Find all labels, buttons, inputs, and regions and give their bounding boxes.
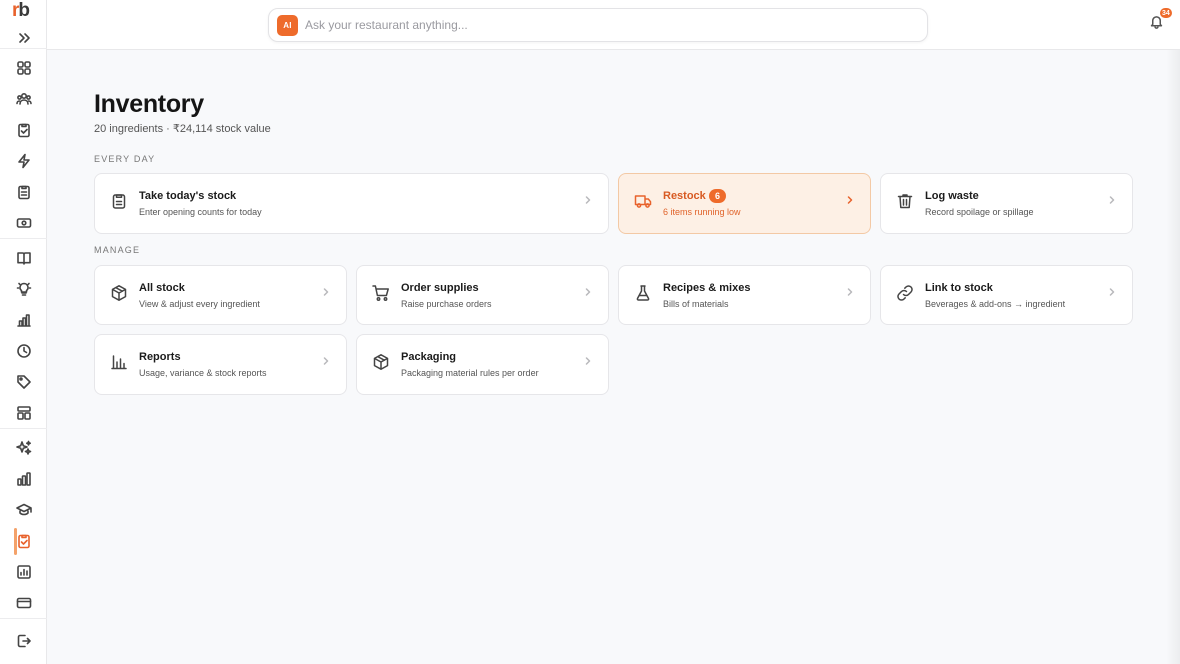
bar-chart-icon — [110, 353, 130, 373]
bar-chart-icon[interactable] — [15, 470, 33, 488]
chevron-right-icon — [1108, 283, 1116, 296]
lightning-icon[interactable] — [15, 152, 33, 170]
card-take-stock[interactable]: Take today's stock Enter opening counts … — [94, 173, 609, 234]
trash-icon — [896, 192, 916, 212]
card-title: Order supplies — [401, 282, 479, 294]
checklist-icon[interactable] — [15, 183, 33, 201]
scroll-shadow — [1166, 50, 1180, 664]
card-title: Reports — [139, 351, 181, 363]
app-logo[interactable]: rb — [12, 1, 36, 20]
card-title: Restock — [663, 190, 706, 202]
flask-icon — [634, 284, 654, 304]
expand-sidebar-icon[interactable] — [15, 29, 33, 47]
card-description: Enter opening counts for today — [139, 207, 262, 217]
ask-ai-bar[interactable]: AI — [268, 8, 928, 42]
card-description: 6 items running low — [663, 207, 741, 217]
card-description: Packaging material rules per order — [401, 368, 539, 378]
card-order-supplies[interactable]: Order supplies Raise purchase orders — [356, 265, 609, 325]
truck-icon — [634, 192, 654, 212]
top-bar: AI 34 — [47, 0, 1180, 50]
sidebar-divider — [0, 618, 47, 619]
sidebar: rb — [0, 0, 47, 664]
clipboard-icon — [110, 192, 130, 212]
ask-ai-input[interactable] — [305, 9, 905, 41]
inventory-icon[interactable] — [15, 532, 33, 550]
card-description: Usage, variance & stock reports — [139, 368, 267, 378]
graduation-icon[interactable] — [15, 501, 33, 519]
card-packaging[interactable]: Packaging Packaging material rules per o… — [356, 334, 609, 395]
analytics-icon[interactable] — [15, 311, 33, 329]
card-title: All stock — [139, 282, 185, 294]
page-subtitle: 20 ingredients · ₹24,114 stock value — [94, 123, 271, 135]
link-icon — [896, 284, 916, 304]
tag-icon[interactable] — [15, 373, 33, 391]
chevron-right-icon — [584, 191, 592, 204]
card-restock[interactable]: Restock 6 6 items running low — [618, 173, 871, 234]
card-reports[interactable]: Reports Usage, variance & stock reports — [94, 334, 347, 395]
card-description: View & adjust every ingredient — [139, 299, 260, 309]
section-label-every-day: EVERY DAY — [94, 154, 156, 164]
card-icon[interactable] — [15, 594, 33, 612]
ai-badge-icon: AI — [277, 15, 298, 36]
page-title: Inventory — [94, 90, 204, 118]
section-label-manage: MANAGE — [94, 245, 141, 255]
card-link-to-stock[interactable]: Link to stock Beverages & add-ons → ingr… — [880, 265, 1133, 325]
cash-icon[interactable] — [15, 214, 33, 232]
logout-icon[interactable] — [15, 632, 33, 650]
sidebar-divider — [0, 238, 47, 239]
notification-count-badge: 34 — [1160, 8, 1172, 18]
card-title: Recipes & mixes — [663, 282, 751, 294]
card-title: Take today's stock — [139, 190, 237, 202]
layout-icon[interactable] — [15, 404, 33, 422]
low-stock-count-badge: 6 — [709, 189, 726, 203]
box-icon — [110, 284, 130, 304]
sparkle-icon[interactable] — [15, 439, 33, 457]
sidebar-divider — [0, 428, 47, 429]
chevron-right-icon — [584, 352, 592, 365]
clock-icon[interactable] — [15, 342, 33, 360]
card-title: Packaging — [401, 351, 457, 363]
chevron-right-icon — [846, 283, 854, 296]
team-icon[interactable] — [15, 90, 33, 108]
card-title: Log waste — [925, 190, 979, 202]
chevron-right-icon — [322, 283, 330, 296]
dashboard-icon[interactable] — [15, 59, 33, 77]
card-description: Bills of materials — [663, 299, 729, 309]
card-description: Beverages & add-ons → ingredient — [925, 299, 1066, 309]
menu-book-icon[interactable] — [15, 249, 33, 267]
card-description: Record spoilage or spillage — [925, 207, 1034, 217]
chevron-right-icon — [322, 352, 330, 365]
card-all-stock[interactable]: All stock View & adjust every ingredient — [94, 265, 347, 325]
report-icon[interactable] — [15, 563, 33, 581]
bulb-icon[interactable] — [15, 280, 33, 298]
cart-icon — [372, 284, 392, 304]
card-recipes-mixes[interactable]: Recipes & mixes Bills of materials — [618, 265, 871, 325]
chevron-right-icon — [584, 283, 592, 296]
chevron-right-icon — [1108, 191, 1116, 204]
card-log-waste[interactable]: Log waste Record spoilage or spillage — [880, 173, 1133, 234]
card-description: Raise purchase orders — [401, 299, 492, 309]
sidebar-divider — [0, 48, 47, 49]
chevron-right-icon — [846, 191, 854, 204]
card-title: Link to stock — [925, 282, 993, 294]
orders-icon[interactable] — [15, 121, 33, 139]
package-icon — [372, 353, 392, 373]
